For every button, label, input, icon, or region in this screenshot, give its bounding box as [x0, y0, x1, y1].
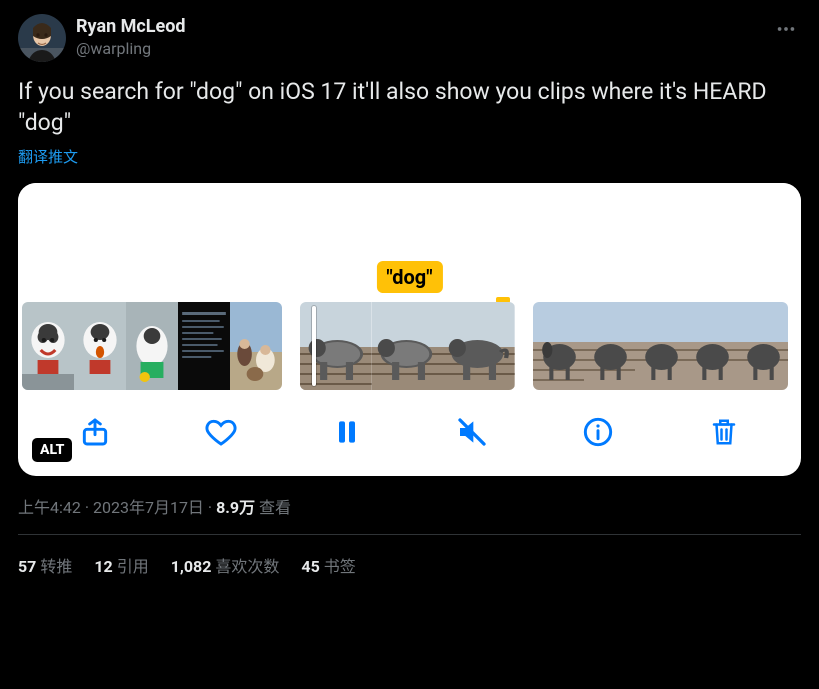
mute-icon[interactable] [448, 412, 496, 452]
pause-icon[interactable] [323, 412, 371, 452]
tweet-time: 上午4:42 [18, 498, 81, 517]
clip-group[interactable] [533, 302, 788, 390]
media-attachment[interactable]: "dog" [18, 183, 801, 476]
share-icon[interactable] [71, 412, 119, 452]
tweet-date: 2023年7月17日 [93, 498, 204, 517]
clip-group-active[interactable] [300, 302, 515, 390]
video-timeline[interactable] [18, 302, 801, 390]
retweets-stat[interactable]: 57转推 [18, 553, 72, 577]
alt-badge[interactable]: ALT [32, 438, 72, 462]
display-name: Ryan McLeod [76, 16, 186, 39]
clip-group[interactable] [22, 302, 282, 390]
handle: @warpling [76, 39, 186, 59]
media-controls [18, 390, 801, 462]
trash-icon[interactable] [700, 412, 748, 452]
tweet-meta[interactable]: 上午4:42 · 2023年7月17日 · 8.9万 查看 [18, 494, 801, 518]
heart-icon[interactable] [197, 412, 245, 452]
tweet-header: Ryan McLeod @warpling [18, 14, 801, 62]
tweet-stats: 57转推 12引用 1,082喜欢次数 45书签 [18, 535, 801, 577]
likes-stat[interactable]: 1,082喜欢次数 [171, 553, 280, 577]
author-name-block[interactable]: Ryan McLeod @warpling [76, 16, 186, 59]
tweet-container: Ryan McLeod @warpling If you search for … [0, 0, 819, 577]
info-icon[interactable] [574, 412, 622, 452]
quotes-stat[interactable]: 12引用 [94, 553, 148, 577]
search-term-badge: "dog" [376, 261, 442, 293]
playhead[interactable] [312, 306, 316, 386]
avatar[interactable] [18, 14, 66, 62]
bookmarks-stat[interactable]: 45书签 [301, 553, 355, 577]
tweet-text: If you search for "dog" on iOS 17 it'll … [18, 76, 801, 138]
translate-link[interactable]: 翻译推文 [18, 146, 801, 167]
more-options-button[interactable] [771, 14, 801, 48]
views-count: 8.9万 [216, 498, 255, 517]
views-label: 查看 [255, 498, 291, 517]
